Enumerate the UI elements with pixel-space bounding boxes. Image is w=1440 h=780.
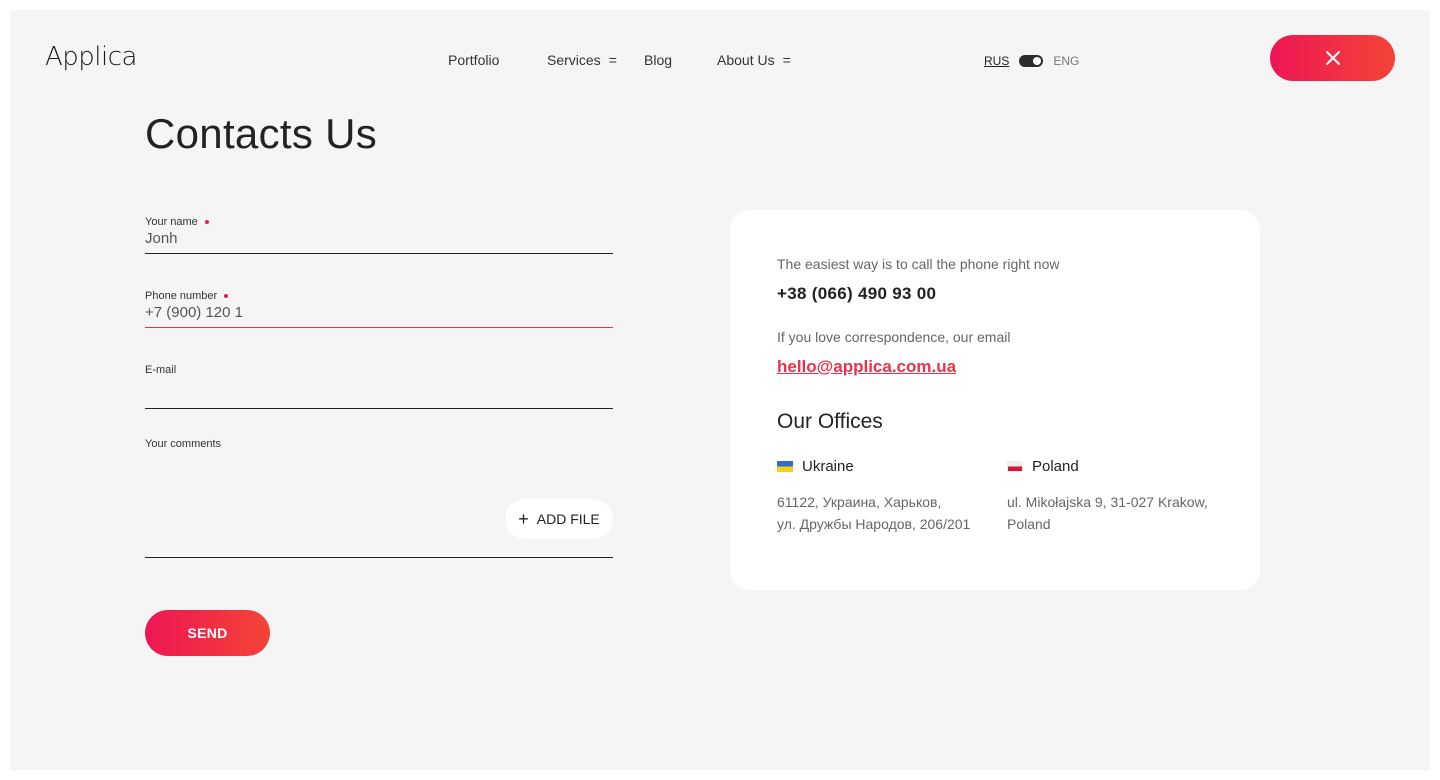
nav-item-services[interactable]: Services = xyxy=(547,52,617,68)
address-line: 61122, Украина, Харьков, xyxy=(777,494,942,510)
nav-item-label: Blog xyxy=(644,52,673,68)
page-frame: Applica Portfolio Services = Blog About U… xyxy=(10,10,1430,770)
email-label-text: E-mail xyxy=(145,364,177,376)
nav-item-label: About Us xyxy=(717,52,775,68)
office-ukraine: Ukraine 61122, Украина, Харьков, ул. Дру… xyxy=(777,458,970,535)
phone-hint: The easiest way is to call the phone rig… xyxy=(777,256,1060,272)
send-button[interactable]: SEND xyxy=(145,610,270,656)
page-title: Contacts Us xyxy=(145,110,378,157)
nav-item-about-us[interactable]: About Us = xyxy=(717,52,791,68)
required-dot xyxy=(224,294,229,298)
name-label: Your name xyxy=(145,216,613,228)
office-address: ul. Mikołajska 9, 31-027 Krakow, Poland xyxy=(1007,491,1208,535)
lang-eng-option[interactable]: ENG xyxy=(1053,54,1079,68)
nav-item-portfolio[interactable]: Portfolio xyxy=(448,52,499,68)
comments-label-text: Your comments xyxy=(145,438,222,450)
office-poland: Poland ul. Mikołajska 9, 31-027 Krakow, … xyxy=(1007,458,1208,535)
office-header: Ukraine xyxy=(777,458,970,475)
office-header: Poland xyxy=(1007,458,1208,475)
applica-logo[interactable]: Applica xyxy=(45,42,137,72)
comments-label: Your comments xyxy=(145,438,613,450)
address-line: Poland xyxy=(1007,516,1051,532)
office-address: 61122, Украина, Харьков, ул. Дружбы Наро… xyxy=(777,491,970,535)
nav-item-label: Portfolio xyxy=(448,52,500,68)
toggle-knob xyxy=(1033,57,1042,65)
email-hint: If you love correspondence, our email xyxy=(777,329,1011,345)
add-file-button[interactable]: + ADD FILE xyxy=(505,499,613,539)
office-country: Ukraine xyxy=(802,458,854,475)
language-switcher: RUS ENG xyxy=(984,52,1079,70)
flag-poland-icon xyxy=(1007,461,1023,472)
menu-lines-icon: = xyxy=(782,52,791,68)
menu-lines-icon: = xyxy=(608,52,617,68)
phone-label: Phone number xyxy=(145,290,613,302)
email-label: E-mail xyxy=(145,364,613,376)
nav-item-label: Services xyxy=(547,52,601,68)
close-button[interactable] xyxy=(1270,35,1395,81)
required-dot xyxy=(204,220,209,224)
email-link[interactable]: hello@applica.com.ua xyxy=(777,357,956,377)
contact-card: The easiest way is to call the phone rig… xyxy=(730,210,1260,590)
language-toggle[interactable] xyxy=(1019,55,1044,67)
lang-rus-option[interactable]: RUS xyxy=(984,54,1009,68)
name-label-text: Your name xyxy=(145,216,198,228)
phone-input[interactable] xyxy=(145,302,613,328)
office-country: Poland xyxy=(1032,458,1079,475)
add-file-label: ADD FILE xyxy=(536,511,600,527)
flag-ukraine-icon xyxy=(777,461,793,472)
address-line: ул. Дружбы Народов, 206/201 xyxy=(777,516,971,532)
phone-field-group: Phone number xyxy=(145,290,613,328)
name-field-group: Your name xyxy=(145,216,613,254)
name-input[interactable] xyxy=(145,228,613,254)
email-input[interactable] xyxy=(145,376,613,409)
offices-title: Our Offices xyxy=(777,410,883,433)
nav-item-blog[interactable]: Blog xyxy=(644,52,672,68)
address-line: ul. Mikołajska 9, 31-027 Krakow, xyxy=(1007,494,1208,510)
phone-number[interactable]: +38 (066) 490 93 00 xyxy=(777,284,936,304)
close-icon xyxy=(1325,51,1340,65)
email-field-group: E-mail xyxy=(145,364,613,409)
phone-label-text: Phone number xyxy=(145,290,218,302)
plus-icon: + xyxy=(518,509,529,529)
